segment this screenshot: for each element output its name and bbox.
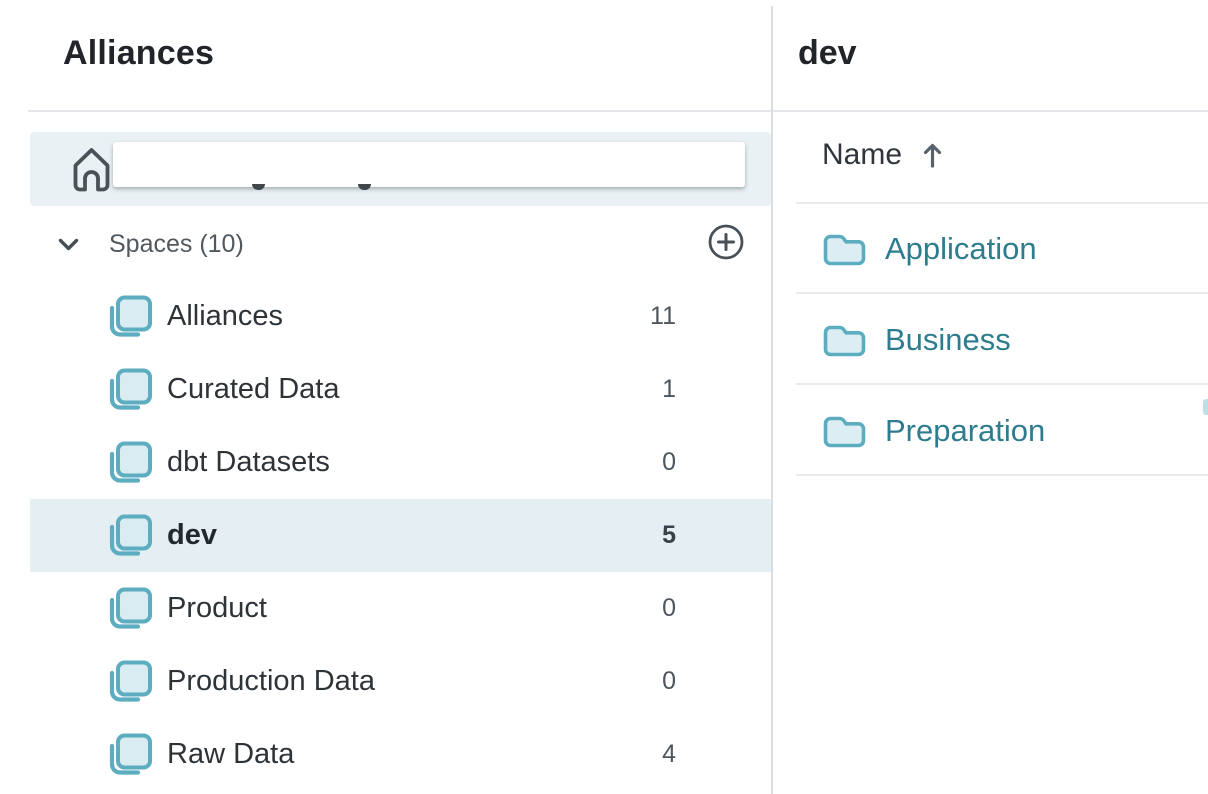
folder-icon	[823, 323, 866, 357]
space-count-badge: 0	[662, 448, 676, 477]
clipped-edge-element	[1203, 399, 1208, 415]
space-icon	[108, 660, 152, 704]
sidebar-space-item[interactable]: Raw Data 4	[30, 718, 771, 791]
space-name-label: Curated Data	[167, 373, 340, 406]
space-icon	[108, 733, 152, 777]
spaces-header-label: Spaces (10)	[109, 230, 244, 259]
sidebar-space-item[interactable]: Curated Data 1	[30, 353, 771, 426]
redacted-text-descender	[252, 184, 265, 190]
space-name-label: dbt Datasets	[167, 446, 330, 479]
space-name-label: Alliances	[167, 300, 283, 333]
space-count-badge: 5	[662, 521, 676, 550]
page-title: dev	[798, 34, 857, 73]
home-row[interactable]	[30, 132, 771, 206]
add-space-button[interactable]	[707, 223, 745, 261]
name-column-label: Name	[822, 138, 902, 172]
name-column-header[interactable]: Name	[822, 138, 943, 172]
space-name-label: dev	[167, 519, 217, 552]
spaces-section-header[interactable]: Spaces (10)	[30, 209, 771, 280]
chevron-down-icon[interactable]	[58, 238, 79, 252]
home-icon	[71, 145, 112, 198]
sidebar-title: Alliances	[63, 34, 214, 73]
space-icon	[108, 295, 152, 339]
folder-icon	[823, 414, 866, 448]
space-count-badge: 1	[662, 375, 676, 404]
space-name-label: Raw Data	[167, 738, 294, 771]
space-icon	[108, 587, 152, 631]
sidebar-space-item[interactable]: dbt Datasets 0	[30, 426, 771, 499]
space-icon	[108, 441, 152, 485]
folder-name-link[interactable]: Preparation	[885, 413, 1045, 449]
space-icon	[108, 368, 152, 412]
table-row-folder[interactable]: Business	[773, 294, 1208, 385]
sidebar-space-item[interactable]: Production Data 0	[30, 645, 771, 718]
table-row-folder[interactable]: Application	[773, 203, 1208, 294]
folder-name-link[interactable]: Business	[885, 322, 1011, 358]
space-icon	[108, 514, 152, 558]
space-count-badge: 0	[662, 667, 676, 696]
sidebar-panel: Alliances Spaces (10)	[0, 0, 771, 794]
folder-table: Application Business Preparation	[773, 203, 1208, 476]
redacted-text-descender	[358, 184, 371, 190]
table-row-folder[interactable]: Preparation	[773, 385, 1208, 476]
space-name-label: Product	[167, 592, 267, 625]
space-count-badge: 4	[662, 740, 676, 769]
redacted-label-overlay	[113, 142, 745, 187]
sidebar-space-item[interactable]: Alliances 11	[30, 280, 771, 353]
main-panel: dev Name Application Business	[773, 0, 1208, 794]
space-name-label: Production Data	[167, 665, 375, 698]
space-count-badge: 11	[650, 302, 676, 331]
sort-ascending-icon	[922, 141, 943, 169]
sidebar-space-item[interactable]: Product 0	[30, 572, 771, 645]
sidebar-space-item[interactable]: dev 5	[30, 499, 771, 572]
folder-icon	[823, 232, 866, 266]
spaces-list: Alliances 11 Curated Data 1 dbt Datasets…	[30, 280, 771, 791]
folder-name-link[interactable]: Application	[885, 231, 1037, 267]
space-count-badge: 0	[662, 594, 676, 623]
